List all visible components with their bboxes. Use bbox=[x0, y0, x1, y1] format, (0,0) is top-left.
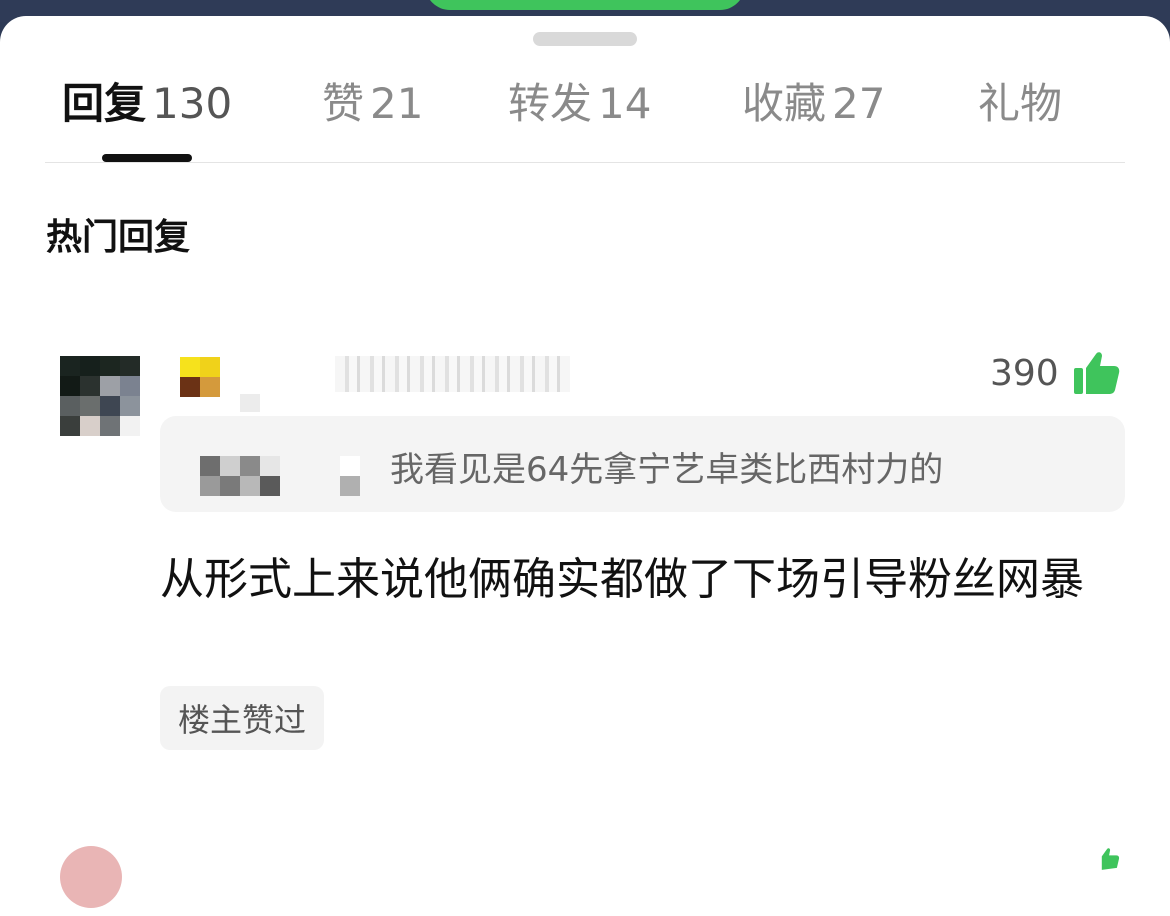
tab-favorites[interactable]: 收藏 27 bbox=[742, 70, 885, 130]
thumbs-up-icon[interactable] bbox=[1094, 846, 1120, 872]
tab-label: 回复 bbox=[62, 79, 147, 128]
tab-bar: 回复 130 赞 21 转发 14 收藏 27 礼物 bbox=[0, 70, 1170, 130]
author-liked-badge: 楼主赞过 bbox=[160, 686, 325, 750]
blurred-username bbox=[335, 356, 570, 392]
like-button[interactable]: 390 bbox=[990, 348, 1121, 398]
tab-label: 赞 bbox=[322, 79, 365, 128]
tab-label: 礼物 bbox=[978, 79, 1063, 128]
comment-text: 从形式上来说他俩确实都做了下场引导粉丝网暴 bbox=[160, 554, 1084, 605]
tab-label: 收藏 bbox=[742, 79, 827, 128]
drag-handle[interactable] bbox=[533, 32, 637, 46]
tab-reposts[interactable]: 转发 14 bbox=[508, 70, 651, 130]
active-tab-indicator bbox=[102, 154, 192, 162]
tab-gifts[interactable]: 礼物 bbox=[978, 70, 1062, 130]
user-badge bbox=[180, 357, 220, 397]
tab-label: 转发 bbox=[508, 79, 593, 128]
avatar[interactable] bbox=[60, 356, 140, 436]
quoted-text: 我看见是64先拿宁艺卓类比西村力的 bbox=[390, 450, 944, 490]
avatar[interactable] bbox=[60, 846, 122, 908]
tab-likes[interactable]: 赞 21 bbox=[322, 70, 423, 130]
green-pill-button[interactable] bbox=[425, 0, 745, 10]
tab-count: 14 bbox=[598, 79, 652, 128]
blurred-avatar bbox=[200, 456, 280, 496]
blurred-username bbox=[340, 456, 360, 496]
thumbs-up-icon bbox=[1073, 352, 1119, 394]
section-title: 热门回复 bbox=[46, 217, 191, 258]
tab-count: 27 bbox=[832, 79, 886, 128]
blurred-username bbox=[240, 394, 260, 412]
tab-replies[interactable]: 回复 130 bbox=[62, 70, 232, 130]
tab-count: 21 bbox=[370, 79, 424, 128]
like-count: 390 bbox=[990, 352, 1059, 394]
tab-divider bbox=[45, 162, 1125, 163]
tab-count: 130 bbox=[152, 79, 233, 128]
quoted-reply[interactable]: 我看见是64先拿宁艺卓类比西村力的 bbox=[160, 416, 1125, 512]
